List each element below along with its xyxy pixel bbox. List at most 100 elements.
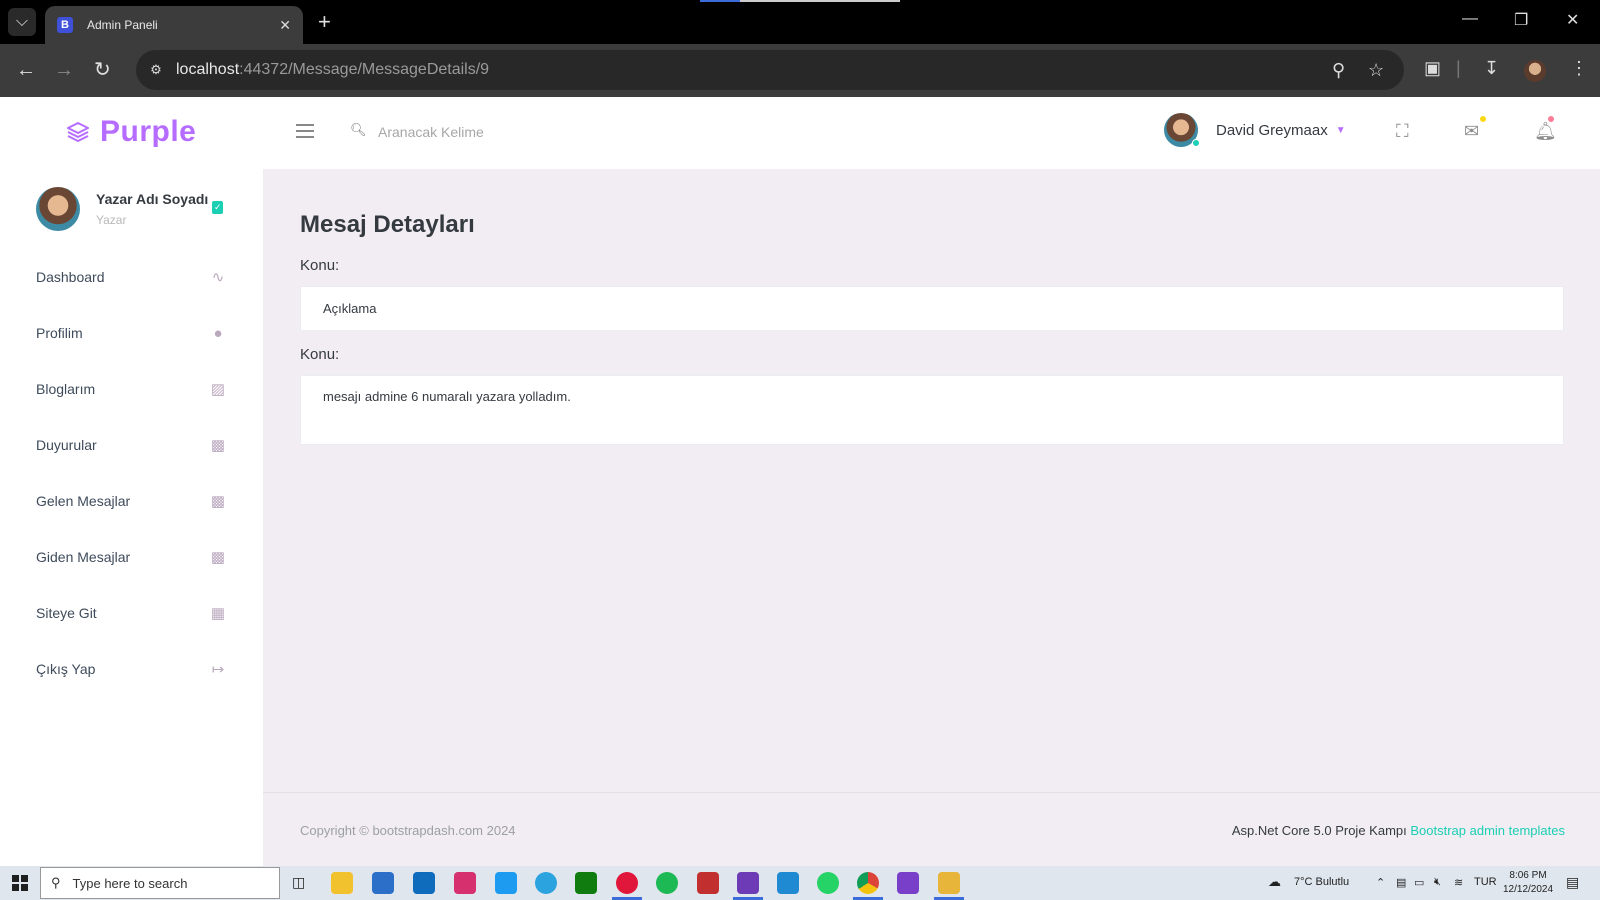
user-name: Yazar Adı Soyadı — [96, 191, 209, 207]
avatar — [1164, 113, 1200, 147]
bookmark-star-icon[interactable]: ☆ — [1368, 60, 1384, 81]
browser-tab[interactable]: B Admin Paneli ✕ — [45, 6, 303, 44]
chrome-icon[interactable] — [857, 872, 879, 894]
opera-icon[interactable] — [616, 872, 638, 894]
profile-dropdown[interactable]: David Greymaax ▼ — [1164, 113, 1346, 147]
message-icon: ▩ — [210, 437, 226, 454]
sidebar-item-cikis-yap[interactable]: Çıkış Yap ↦ — [0, 641, 263, 697]
sidebar-item-label: Duyurular — [36, 437, 97, 453]
footer-credit: Asp.Net Core 5.0 Proje Kampı Bootstrap a… — [1232, 823, 1565, 838]
tab-search-button[interactable]: ⌵ — [8, 8, 36, 36]
file-explorer-icon[interactable] — [331, 872, 353, 894]
taskbar: ⚲ Type here to search ◫ ☁ 7°C Bulutlu ⌃ … — [0, 866, 1600, 900]
tab-title: Admin Paneli — [87, 18, 158, 32]
sidebar-user-card[interactable]: Yazar Adı Soyadı Yazar ✓ — [36, 187, 224, 231]
message-label: Konu: — [300, 346, 340, 363]
volume-muted-icon[interactable]: 🔇︎ — [1434, 876, 1441, 889]
new-tab-button[interactable]: + — [318, 10, 331, 34]
sidebar-item-label: Bloglarım — [36, 381, 96, 397]
main-content: Mesaj Detayları Konu: Açıklama Konu: mes… — [263, 169, 1600, 792]
network-icon[interactable]: ▤ — [1396, 876, 1406, 889]
browser-tab-bar: ⌵ B Admin Paneli ✕ + — ❐ ✕ — [0, 0, 1600, 44]
forward-icon[interactable]: → — [54, 58, 74, 82]
notification-center-icon[interactable]: ▤ — [1566, 874, 1579, 891]
sidebar-item-bloglarim[interactable]: Bloglarım ▨ — [0, 361, 263, 417]
language-indicator[interactable]: TUR — [1474, 876, 1497, 888]
whatsapp-icon[interactable] — [817, 872, 839, 894]
minimize-icon[interactable]: — — [1462, 10, 1478, 28]
sidebar-item-label: Dashboard — [36, 269, 105, 285]
task-view-icon[interactable]: ◫ — [292, 874, 305, 891]
telegram-icon[interactable] — [535, 872, 557, 894]
brand-logo[interactable]: Purple — [66, 115, 196, 149]
browser-profile-avatar[interactable] — [1524, 60, 1546, 82]
address-bar[interactable]: ⚙ localhost:44372/Message/MessageDetails… — [136, 50, 1404, 90]
blogger-icon: ▨ — [210, 381, 226, 398]
tray-chevron-up-icon[interactable]: ⌃ — [1376, 876, 1385, 889]
instagram-icon[interactable] — [454, 872, 476, 894]
windows-start-icon[interactable] — [12, 875, 28, 891]
message-body-field[interactable]: mesajı admine 6 numaralı yazara yolladım… — [300, 375, 1564, 445]
subject-field[interactable]: Açıklama — [300, 286, 1564, 331]
fullscreen-icon[interactable]: ⛶ — [1396, 121, 1409, 142]
sidebar-item-dashboard[interactable]: Dashboard ∿ — [0, 249, 263, 305]
footer: Copyright © bootstrapdash.com 2024 Asp.N… — [263, 792, 1600, 866]
site-info-icon[interactable]: ⚙ — [146, 60, 166, 80]
sidebar-item-profilim[interactable]: Profilim ● — [0, 305, 263, 361]
logout-icon: ↦ — [211, 661, 225, 678]
clock[interactable]: 8:06 PM 12/12/2024 — [1503, 869, 1553, 897]
visual-studio-icon[interactable] — [897, 872, 919, 894]
back-icon[interactable]: ← — [16, 58, 36, 82]
user-role: Yazar — [96, 213, 127, 227]
battery-icon[interactable]: ▭ — [1414, 876, 1424, 889]
outlook-icon[interactable] — [413, 872, 435, 894]
search-icon: ⚲ — [51, 875, 61, 890]
visual-studio-icon[interactable] — [737, 872, 759, 894]
online-status-dot — [1192, 139, 1200, 147]
sidebar-item-duyurular[interactable]: Duyurular ▩ — [0, 417, 263, 473]
download-icon[interactable]: ↧ — [1484, 58, 1499, 79]
sidebar-item-label: Çıkış Yap — [36, 661, 96, 677]
chart-line-icon: ∿ — [211, 269, 225, 286]
copyright-text: Copyright © bootstrapdash.com 2024 — [300, 823, 516, 838]
weather-text[interactable]: 7°C Bulutlu — [1294, 876, 1349, 888]
loading-bar — [700, 0, 900, 2]
extensions-icon[interactable]: ▣ — [1424, 58, 1441, 79]
favicon-icon: B — [57, 17, 73, 33]
message-icon: ▩ — [210, 493, 226, 510]
toolbar-divider: | — [1456, 58, 1461, 78]
bell-icon[interactable]: 🔔︎ — [1534, 121, 1557, 142]
footer-templates-link[interactable]: Bootstrap admin templates — [1410, 823, 1565, 838]
wifi-icon[interactable]: ≋ — [1454, 876, 1463, 889]
vscode-icon[interactable] — [777, 872, 799, 894]
mail-icon[interactable]: ✉ — [1464, 121, 1479, 142]
spotify-icon[interactable] — [656, 872, 678, 894]
sidebar-menu: Dashboard ∿ Profilim ● Bloglarım ▨ Duyur… — [0, 249, 263, 697]
twitter-icon[interactable] — [495, 872, 517, 894]
sidebar-item-siteye-git[interactable]: Siteye Git ▦ — [0, 585, 263, 641]
taskbar-search[interactable]: ⚲ Type here to search — [40, 867, 280, 899]
more-menu-icon[interactable]: ⋮ — [1570, 58, 1588, 79]
app-icon[interactable] — [697, 872, 719, 894]
sidebar-item-label: Profilim — [36, 325, 83, 341]
sidebar-item-giden-mesajlar[interactable]: Giden Mesajlar ▩ — [0, 529, 263, 585]
search-input[interactable] — [378, 119, 678, 145]
sidebar-item-label: Siteye Git — [36, 605, 97, 621]
zoom-icon[interactable]: ⚲ — [1332, 60, 1345, 81]
xbox-icon[interactable] — [575, 872, 597, 894]
app-header: Purple 🔍︎ David Greymaax ▼ ⛶ ✉ 🔔︎ — [0, 97, 1600, 169]
sidebar-item-label: Giden Mesajlar — [36, 549, 131, 565]
brand-name: Purple — [100, 115, 197, 148]
menu-toggle-icon[interactable] — [296, 124, 314, 142]
bookmark-check-icon: ✓ — [212, 201, 224, 214]
close-tab-icon[interactable]: ✕ — [279, 17, 291, 34]
app-icon[interactable] — [938, 872, 960, 894]
restore-icon[interactable]: ❐ — [1514, 10, 1528, 30]
window-close-icon[interactable]: ✕ — [1566, 10, 1579, 30]
sidebar-item-label: Gelen Mesajlar — [36, 493, 131, 509]
sidebar-item-gelen-mesajlar[interactable]: Gelen Mesajlar ▩ — [0, 473, 263, 529]
layers-icon — [67, 122, 89, 142]
store-icon[interactable] — [372, 872, 394, 894]
reload-icon[interactable]: ↻ — [94, 58, 111, 82]
footer-credit-text: Asp.Net Core 5.0 Proje Kampı — [1231, 823, 1411, 838]
